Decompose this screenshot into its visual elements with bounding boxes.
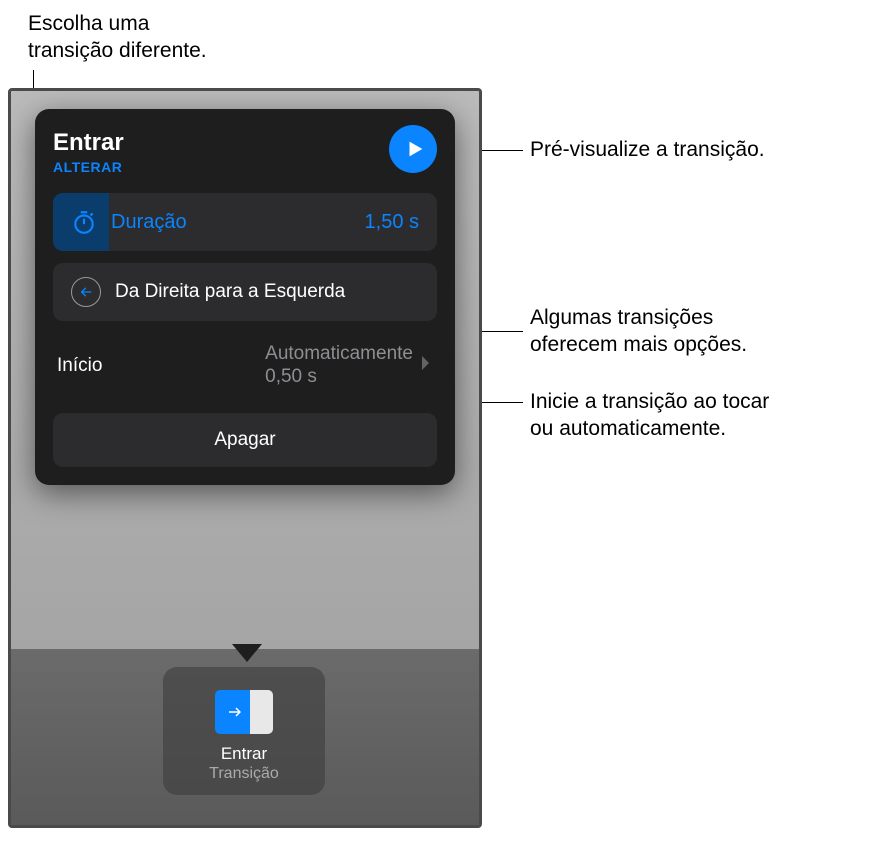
arrow-right-icon <box>226 703 244 721</box>
popover-arrow <box>232 644 262 662</box>
app-frame: Entrar ALTERAR Duração 1,50 s Da Direita… <box>8 88 482 828</box>
popover-title: Entrar <box>53 129 124 157</box>
arrow-left-icon <box>71 277 101 307</box>
delete-button[interactable]: Apagar <box>53 413 437 467</box>
callout-change: Escolha umatransição diferente. <box>28 10 207 65</box>
start-row[interactable]: Início Automaticamente 0,50 s <box>53 329 437 403</box>
direction-label: Da Direita para a Esquerda <box>115 281 345 303</box>
callout-options: Algumas transiçõesoferecem mais opções. <box>530 304 747 359</box>
chip-title: Entrar <box>221 744 267 764</box>
popover-title-block: Entrar ALTERAR <box>53 129 124 175</box>
transition-popover: Entrar ALTERAR Duração 1,50 s Da Direita… <box>35 109 455 485</box>
popover-header: Entrar ALTERAR <box>53 129 437 175</box>
change-button[interactable]: ALTERAR <box>53 159 124 175</box>
play-icon <box>404 138 426 160</box>
chip-subtitle: Transição <box>209 765 279 783</box>
timer-icon <box>71 209 97 235</box>
transition-icon <box>215 690 273 734</box>
transition-chip[interactable]: Entrar Transição <box>163 667 325 795</box>
duration-value: 1,50 s <box>365 211 419 234</box>
duration-slider[interactable]: Duração 1,50 s <box>53 193 437 251</box>
start-value-mode: Automaticamente <box>265 343 413 366</box>
duration-label: Duração <box>111 211 365 234</box>
callout-start: Inicie a transição ao tocarou automatica… <box>530 388 769 443</box>
direction-button[interactable]: Da Direita para a Esquerda <box>53 263 437 321</box>
start-value-block: Automaticamente 0,50 s <box>265 343 413 389</box>
start-value-delay: 0,50 s <box>265 366 317 389</box>
start-label: Início <box>57 355 265 377</box>
callout-preview: Pré-visualize a transição. <box>530 136 765 163</box>
chevron-right-icon <box>421 355 431 376</box>
preview-button[interactable] <box>389 125 437 173</box>
